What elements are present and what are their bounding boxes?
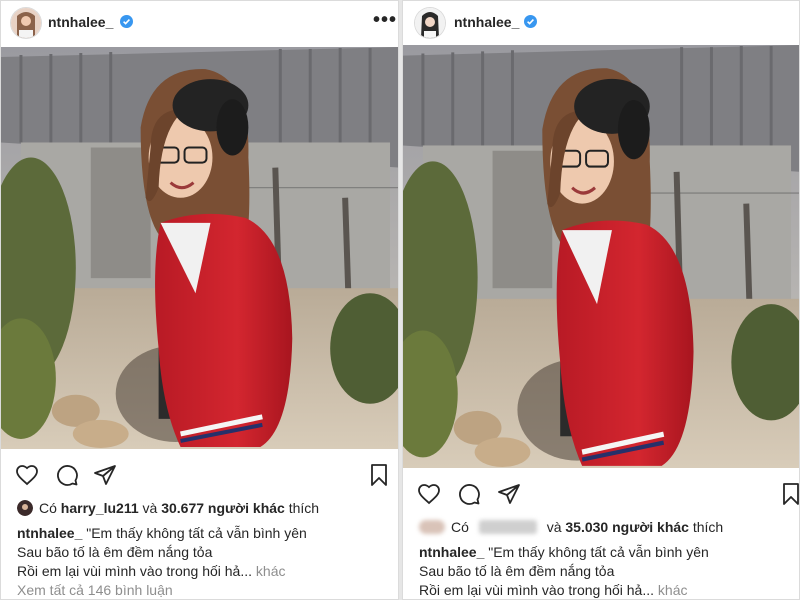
caption-line-3: Rồi em lại vùi mình vào trong hối hả... bbox=[17, 563, 253, 579]
likes-line: Có và 35.030 người khác thích bbox=[419, 519, 723, 535]
caption-line-3: Rồi em lại vùi mình vào trong hối hả... bbox=[419, 582, 655, 598]
post-photo[interactable] bbox=[1, 47, 399, 449]
heart-icon[interactable] bbox=[417, 482, 441, 506]
post-card-right: ntnhalee_ Có và 35.030 người khác thích … bbox=[402, 0, 800, 600]
post-caption: ntnhalee_ "Em thấy không tất cả vẫn bình… bbox=[419, 543, 709, 599]
liker-username[interactable]: harry_lu211 bbox=[61, 500, 139, 516]
verified-badge-icon bbox=[120, 15, 133, 28]
liker-avatar[interactable] bbox=[17, 500, 33, 516]
bookmark-icon[interactable] bbox=[779, 482, 799, 506]
post-caption: ntnhalee_ "Em thấy không tất cả vẫn bình… bbox=[17, 524, 307, 581]
post-actions-bar bbox=[1, 460, 398, 492]
caption-line-1: "Em thấy không tất cả vẫn bình yên bbox=[86, 525, 307, 541]
bookmark-icon[interactable] bbox=[367, 463, 391, 487]
caption-more-link[interactable]: khác bbox=[256, 563, 286, 579]
post-photo[interactable] bbox=[403, 45, 800, 468]
share-icon[interactable] bbox=[93, 463, 117, 487]
likes-prefix: Có bbox=[39, 500, 57, 516]
likes-line: Có harry_lu211 và 30.677 người khác thíc… bbox=[17, 500, 319, 516]
post-header: ntnhalee_ bbox=[403, 1, 799, 45]
comment-icon[interactable] bbox=[55, 463, 79, 487]
post-card-left: ntnhalee_ ••• Có harry_lu211 và 30.677 n… bbox=[0, 0, 399, 600]
heart-icon[interactable] bbox=[15, 463, 39, 487]
likes-suffix: thích bbox=[288, 500, 320, 516]
caption-line-1: "Em thấy không tất cả vẫn bình yên bbox=[488, 544, 709, 560]
post-username[interactable]: ntnhalee_ bbox=[454, 14, 519, 30]
likes-prefix: Có bbox=[451, 519, 469, 535]
verified-badge-icon bbox=[524, 15, 537, 28]
liker-username-blurred bbox=[478, 520, 537, 534]
likes-count[interactable]: 30.677 người khác bbox=[161, 500, 285, 516]
post-header: ntnhalee_ ••• bbox=[1, 1, 398, 45]
share-icon[interactable] bbox=[497, 482, 521, 506]
view-all-comments-link[interactable]: Xem tất cả 146 bình luận bbox=[17, 582, 173, 598]
likes-conjunction: và bbox=[142, 500, 158, 516]
post-username[interactable]: ntnhalee_ bbox=[48, 14, 113, 30]
likes-count[interactable]: 35.030 người khác bbox=[565, 519, 689, 535]
more-options-icon[interactable]: ••• bbox=[373, 9, 397, 32]
profile-avatar[interactable] bbox=[415, 8, 445, 38]
post-actions-bar bbox=[403, 479, 799, 511]
likes-conjunction: và bbox=[546, 519, 562, 535]
caption-more-link[interactable]: khác bbox=[658, 582, 688, 598]
caption-username[interactable]: ntnhalee_ bbox=[419, 544, 484, 560]
caption-line-2: Sau bão tố là êm đềm nắng tỏa bbox=[419, 563, 615, 579]
comment-icon[interactable] bbox=[457, 482, 481, 506]
liker-avatar-blurred bbox=[419, 520, 445, 534]
profile-avatar[interactable] bbox=[11, 8, 41, 38]
caption-username[interactable]: ntnhalee_ bbox=[17, 525, 82, 541]
caption-line-2: Sau bão tố là êm đềm nắng tỏa bbox=[17, 544, 213, 560]
likes-suffix: thích bbox=[692, 519, 724, 535]
